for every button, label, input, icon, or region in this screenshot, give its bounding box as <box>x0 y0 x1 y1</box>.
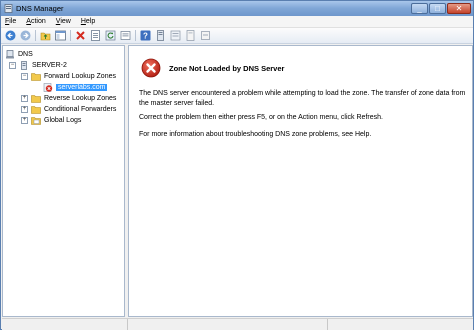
status-cell-left <box>2 319 128 330</box>
server-icon <box>156 30 164 41</box>
menu-bar: File Action View Help <box>1 16 473 28</box>
close-icon: ✕ <box>455 4 463 13</box>
tree-label-forward-zones: Forward Lookup Zones <box>44 72 116 80</box>
tree-label-zone: serverlabs.com <box>56 83 108 91</box>
help-icon: ? <box>140 30 150 41</box>
show-hide-tree-icon <box>54 30 66 41</box>
tree-label-dns: DNS <box>18 50 33 58</box>
tree-node-global-logs[interactable]: + Global Logs <box>21 115 81 125</box>
collapse-toggle[interactable]: − <box>9 61 16 69</box>
expand-toggle[interactable]: + <box>21 116 28 124</box>
tree-label-reverse-zones: Reverse Lookup Zones <box>44 94 117 102</box>
expand-toggle[interactable]: + <box>21 94 28 102</box>
minimize-button[interactable]: _ <box>411 3 428 14</box>
tree-label-global-logs: Global Logs <box>44 116 82 124</box>
back-arrow-icon <box>5 30 15 41</box>
error-help-text: For more information about troubleshooti… <box>139 131 372 138</box>
up-level-button[interactable] <box>39 30 51 42</box>
forward-button[interactable] <box>19 30 31 42</box>
show-hide-tree-button[interactable] <box>54 30 66 42</box>
menu-file[interactable]: File <box>5 18 16 25</box>
error-instruction: Correct the problem then either press F5… <box>139 114 383 121</box>
window-title: DNS Manager <box>16 4 64 13</box>
refresh-button[interactable] <box>104 30 116 42</box>
toolbar-separator <box>135 30 136 41</box>
delete-button[interactable] <box>74 30 86 42</box>
main-content: DNS − SERVER-2 − Forward Lookup Zones se… <box>2 45 473 317</box>
delete-icon <box>75 31 85 40</box>
error-title: Zone Not Loaded by DNS Server <box>169 64 285 73</box>
back-button[interactable] <box>4 30 16 42</box>
export-button[interactable] <box>119 30 131 42</box>
forward-arrow-icon <box>20 30 30 41</box>
tree-node-reverse-zones[interactable]: + Reverse Lookup Zones <box>21 93 116 103</box>
export-icon <box>120 31 130 40</box>
record-icon <box>186 30 194 41</box>
tree-label-server: SERVER-2 <box>32 61 67 69</box>
log-folder-icon <box>31 116 41 125</box>
toolbar-separator <box>35 30 36 41</box>
zone-icon <box>170 30 180 41</box>
folder-icon <box>31 105 41 114</box>
record-button[interactable] <box>184 30 196 42</box>
dns-app-icon <box>4 4 13 13</box>
tree-label-conditional-forwarders: Conditional Forwarders <box>44 105 117 113</box>
error-description: The DNS server encountered a problem whi… <box>139 90 466 107</box>
new-host-button[interactable] <box>199 30 211 42</box>
tree-node-server[interactable]: − SERVER-2 <box>9 60 67 70</box>
menu-help[interactable]: Help <box>81 18 95 25</box>
menu-view[interactable]: View <box>56 18 71 25</box>
folder-icon <box>31 72 41 81</box>
maximize-icon: □ <box>435 4 440 13</box>
result-pane: Zone Not Loaded by DNS Server The DNS se… <box>128 45 473 317</box>
dns-manager-window: DNS Manager _ □ ✕ File Action View Help … <box>0 0 474 330</box>
toolbar-separator <box>70 30 71 41</box>
minimize-icon: _ <box>417 4 422 13</box>
error-icon <box>141 58 161 78</box>
tree-node-dns[interactable]: DNS <box>5 49 33 59</box>
close-button[interactable]: ✕ <box>447 3 471 14</box>
tree-node-conditional-forwarders[interactable]: + Conditional Forwarders <box>21 104 116 114</box>
dns-root-icon <box>5 49 15 59</box>
tree-node-zone-serverlabs[interactable]: serverlabs.com <box>43 82 108 92</box>
help-button[interactable]: ? <box>139 30 151 42</box>
server-icon <box>19 60 29 70</box>
new-host-icon <box>200 31 210 40</box>
status-cell-middle <box>128 319 328 330</box>
menu-action[interactable]: Action <box>26 18 45 25</box>
properties-button[interactable] <box>89 30 101 42</box>
zone-button[interactable] <box>169 30 181 42</box>
tree-node-forward-zones[interactable]: − Forward Lookup Zones <box>21 71 116 81</box>
svg-text:?: ? <box>143 32 148 41</box>
title-bar[interactable]: DNS Manager _ □ ✕ <box>1 1 473 16</box>
zone-error-icon <box>43 82 53 92</box>
properties-icon <box>90 30 100 41</box>
refresh-icon <box>105 30 115 41</box>
up-folder-icon <box>40 32 50 41</box>
server-button[interactable] <box>154 30 166 42</box>
console-tree-pane[interactable]: DNS − SERVER-2 − Forward Lookup Zones se… <box>2 45 125 317</box>
maximize-button[interactable]: □ <box>429 3 446 14</box>
folder-icon <box>31 94 41 103</box>
expand-toggle[interactable]: + <box>21 105 28 113</box>
toolbar: ? <box>1 28 473 44</box>
status-bar <box>2 318 473 330</box>
collapse-toggle[interactable]: − <box>21 72 28 80</box>
